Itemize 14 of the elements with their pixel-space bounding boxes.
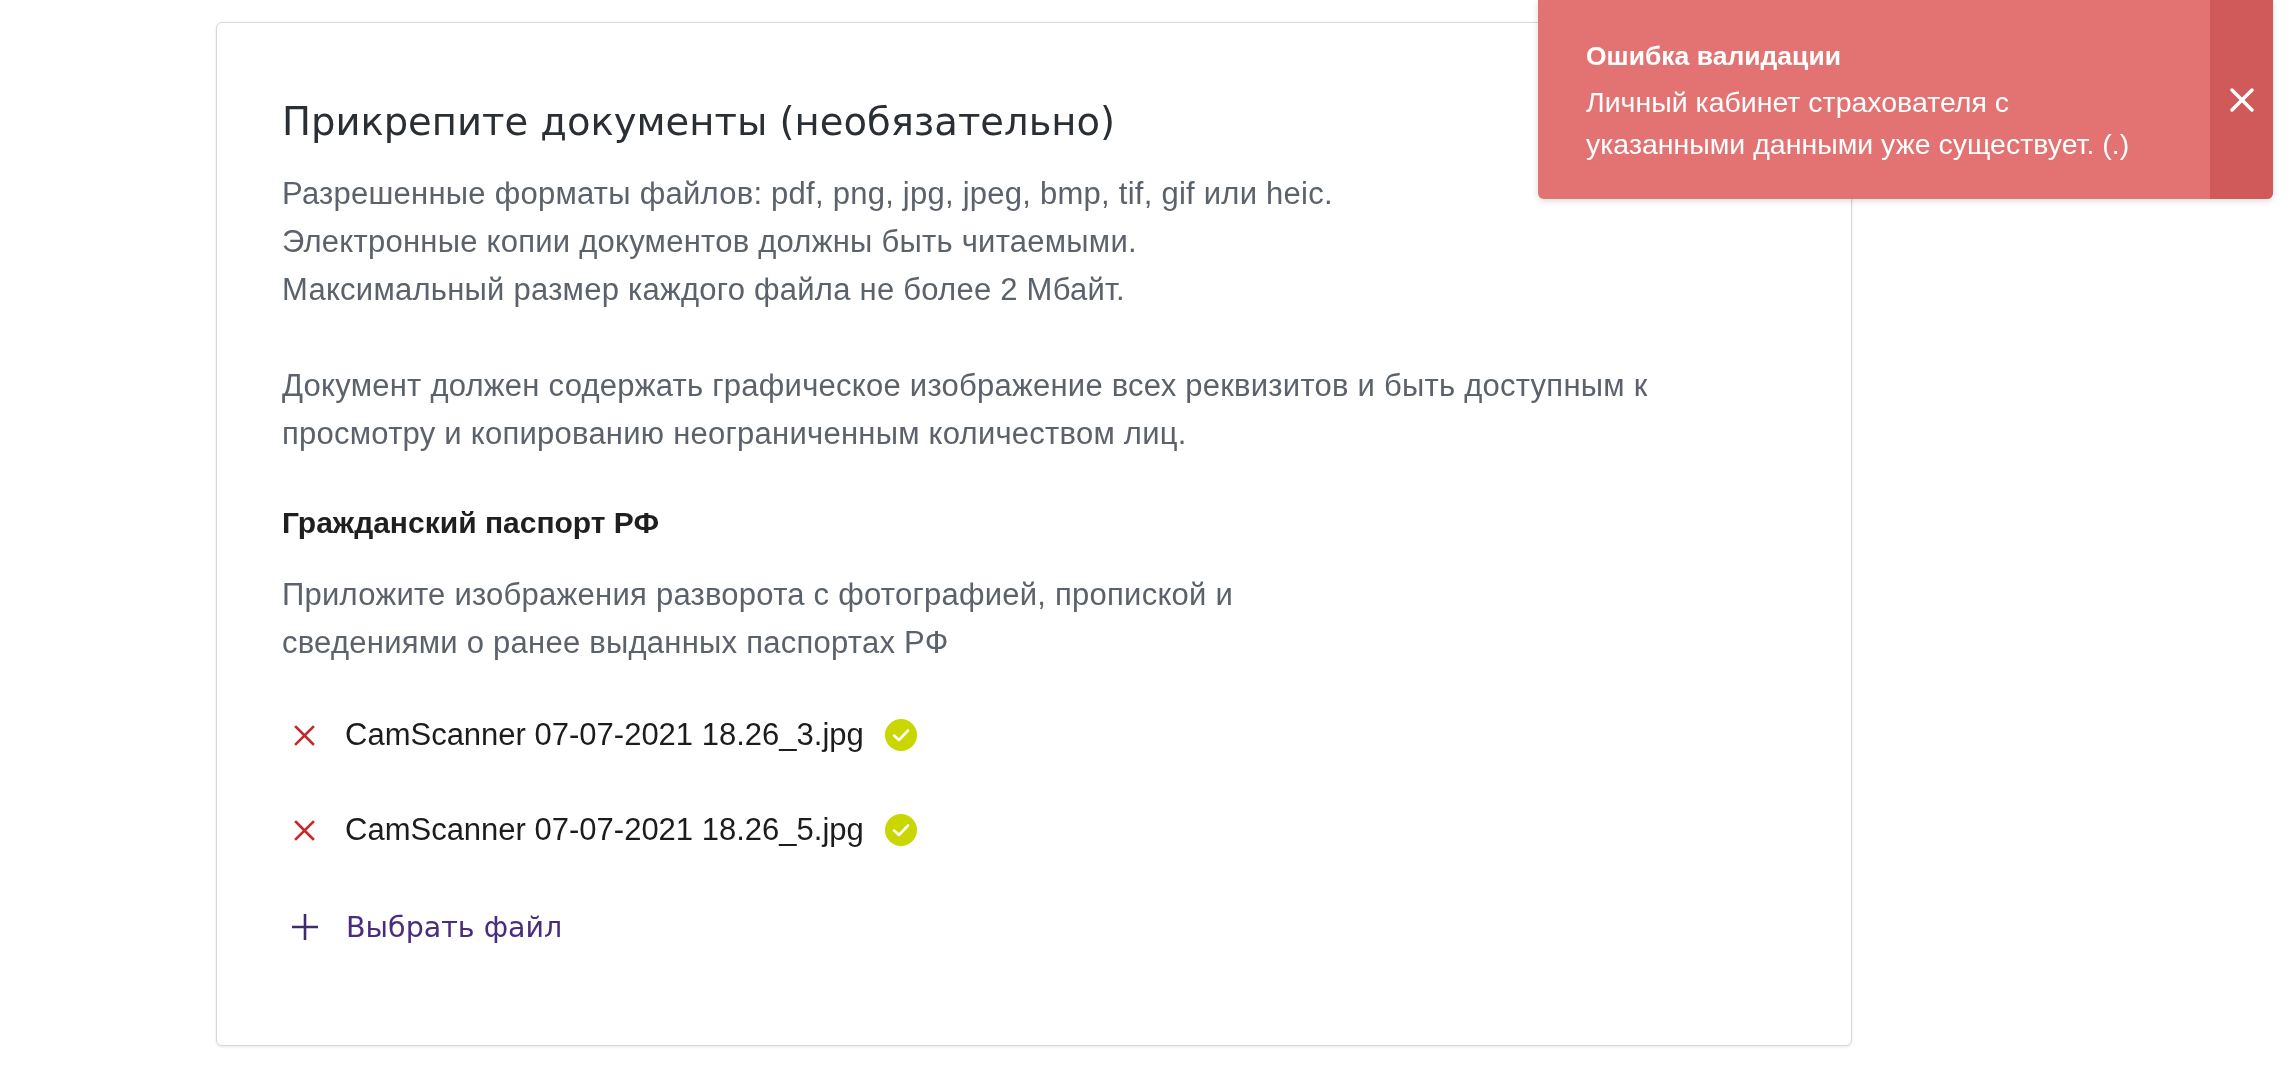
note-text: Документ должен содержать графическое изображение всех реквизитов и быть доступным к просмотру и копированию неограниченным количеством лиц. <box>282 367 1648 453</box>
toast-title: Ошибка валидации <box>1586 40 1841 73</box>
requirement-text: Максимальный размер каждого файла не более 2 Мбайт. <box>282 271 1125 309</box>
requirement-text: Разрешенные форматы файлов: pdf, png, jpg, jpeg, bmp, tif, gif или heic. <box>282 175 1333 213</box>
choose-file-button[interactable]: Выбрать файл <box>282 903 563 951</box>
close-icon <box>2229 87 2254 112</box>
toast-message: Личный кабинет страхователя с указанными данными уже существует. (.) <box>1586 85 2130 162</box>
requirement-text: Электронные копии документов должны быть читаемыми. <box>282 223 1137 261</box>
file-name: CamScanner 07-07-2021 18.26_5.jpg <box>345 811 864 849</box>
document-hint: Приложите изображения разворота с фотографией, пропиской и сведениями о ранее выданных паспортах РФ <box>282 576 1234 662</box>
plus-icon <box>291 913 319 941</box>
section-title: Прикрепите документы (необязательно) <box>282 98 1116 146</box>
file-name: CamScanner 07-07-2021 18.26_3.jpg <box>345 716 864 754</box>
document-title: Гражданский паспорт РФ <box>282 505 660 541</box>
